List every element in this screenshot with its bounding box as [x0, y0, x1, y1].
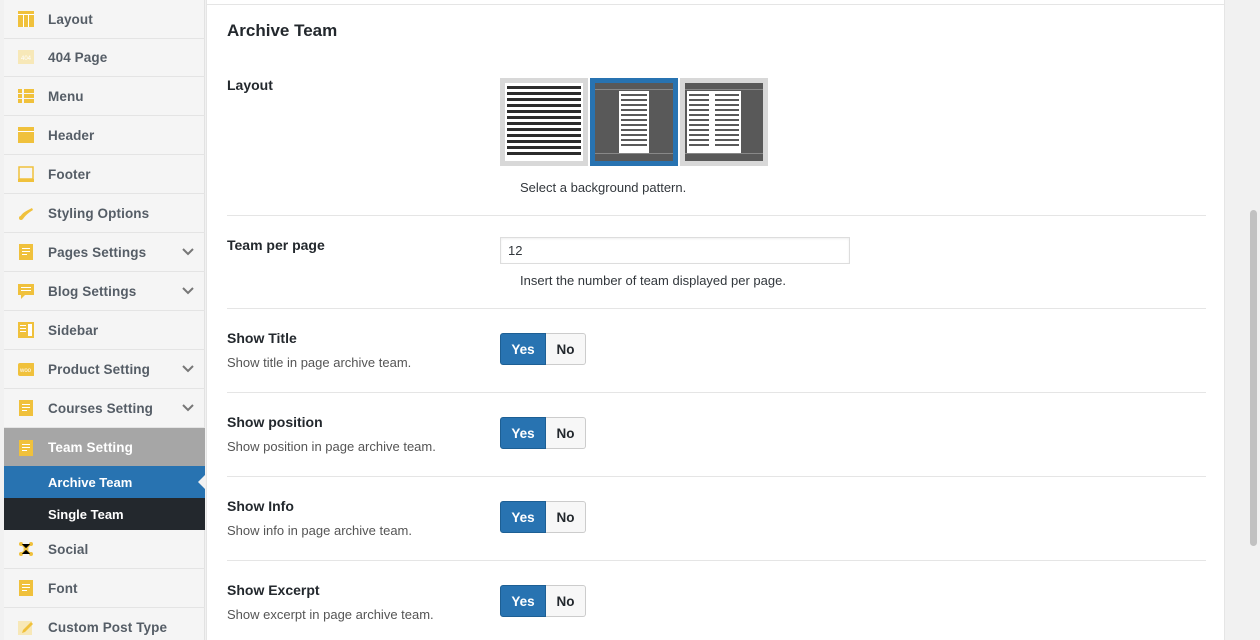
sidebar-item-courses-setting[interactable]: Courses Setting [4, 389, 205, 428]
show-excerpt-label: Show Excerpt [227, 582, 320, 598]
show-title-toggle: Yes No [500, 333, 586, 365]
show-info-toggle: Yes No [500, 501, 586, 533]
sidebar-subitem-label: Archive Team [48, 474, 133, 490]
show-excerpt-row: Show Excerpt Show excerpt in page archiv… [227, 561, 1206, 640]
show-title-yes-button[interactable]: Yes [500, 333, 546, 365]
full-width-layout-icon [505, 83, 583, 161]
show-title-no-button[interactable]: No [546, 333, 586, 365]
panel-title: Archive Team [227, 21, 338, 40]
page-scrollbar[interactable] [1248, 0, 1260, 640]
show-position-toggle: Yes No [500, 417, 586, 449]
show-info-desc: Show info in page archive team. [227, 523, 412, 538]
show-position-no-button[interactable]: No [546, 417, 586, 449]
show-info-no-button[interactable]: No [546, 501, 586, 533]
sidebar-item-styling-options[interactable]: Styling Options [4, 194, 205, 233]
panel-top-border [206, 4, 1225, 5]
sidebar-icon [18, 322, 34, 338]
sidebar-subitem-label: Single Team [48, 506, 124, 522]
sidebar-item-label: Courses Setting [48, 400, 154, 416]
sidebar-item-label: Styling Options [48, 205, 150, 221]
settings-panel: Archive Team Layout Select a background … [206, 0, 1225, 640]
sidebar-item-custom-post-type[interactable]: Custom Post Type [4, 608, 205, 640]
show-title-label: Show Title [227, 330, 297, 346]
layout-help: Select a background pattern. [520, 180, 687, 195]
team-icon [18, 439, 34, 456]
svg-text:404: 404 [21, 56, 32, 62]
sidebar-item-social[interactable]: Social [4, 530, 205, 569]
sidebar-item-label: Footer [48, 166, 91, 182]
sidebar-left-layout-icon [685, 83, 763, 161]
layout-options [500, 78, 770, 166]
sidebar-item-footer[interactable]: Footer [4, 155, 205, 194]
sidebar-item-label: Header [48, 127, 95, 143]
sidebar-item-label: 404 Page [48, 49, 108, 65]
social-icon [18, 541, 34, 557]
layout-option-full-width[interactable] [500, 78, 588, 166]
sidebar-item-label: Custom Post Type [48, 619, 168, 635]
settings-sidebar: Layout 404 404 Page Menu Header Footer S… [4, 0, 205, 640]
sidebar-item-label: Menu [48, 88, 84, 104]
show-position-row: Show position Show position in page arch… [227, 393, 1206, 477]
pages-icon [18, 244, 34, 260]
sidebar-item-label: Sidebar [48, 322, 99, 338]
team-per-page-label: Team per page [227, 237, 325, 253]
layout-icon [18, 11, 34, 27]
sidebar-item-label: Team Setting [48, 440, 133, 455]
chevron-down-icon [182, 287, 194, 295]
font-icon [18, 580, 34, 596]
woo-icon: woo [18, 361, 34, 377]
sidebar-item-label: Layout [48, 11, 93, 27]
sidebar-subitem-single-team[interactable]: Single Team [4, 498, 205, 530]
team-per-page-input[interactable] [500, 237, 850, 264]
show-info-row: Show Info Show info in page archive team… [227, 477, 1206, 561]
pencil-icon [18, 619, 34, 635]
courses-icon [18, 400, 34, 416]
sidebar-item-label: Social [48, 541, 89, 557]
show-excerpt-no-button[interactable]: No [546, 585, 586, 617]
blog-icon [18, 283, 34, 299]
scrollbar-thumb[interactable] [1250, 210, 1257, 546]
sidebar-item-pages-settings[interactable]: Pages Settings [4, 233, 205, 272]
header-icon [18, 127, 34, 143]
sidebar-subitem-archive-team[interactable]: Archive Team [4, 466, 205, 498]
layout-option-sidebar-both[interactable] [590, 78, 678, 166]
sidebar-item-sidebar[interactable]: Sidebar [4, 311, 205, 350]
show-title-row: Show Title Show title in page archive te… [227, 309, 1206, 393]
sidebar-item-team-setting[interactable]: Team Setting [4, 428, 205, 467]
show-info-label: Show Info [227, 498, 294, 514]
sidebar-item-404-page[interactable]: 404 404 Page [4, 38, 205, 77]
team-per-page-help: Insert the number of team displayed per … [520, 273, 786, 288]
footer-icon [18, 166, 34, 182]
current-indicator [198, 475, 205, 489]
sidebar-item-font[interactable]: Font [4, 569, 205, 608]
sidebar-item-label: Product Setting [48, 361, 150, 377]
chevron-down-icon [182, 365, 194, 373]
404-icon: 404 [18, 49, 34, 65]
show-excerpt-desc: Show excerpt in page archive team. [227, 607, 434, 622]
sidebar-item-blog-settings[interactable]: Blog Settings [4, 272, 205, 311]
sidebar-item-label: Pages Settings [48, 244, 147, 260]
sidebar-item-menu[interactable]: Menu [4, 77, 205, 116]
show-title-desc: Show title in page archive team. [227, 355, 412, 370]
layout-label: Layout [227, 77, 273, 93]
chevron-down-icon [182, 404, 194, 412]
sidebar-item-label: Font [48, 580, 78, 596]
show-position-label: Show position [227, 414, 323, 430]
show-position-yes-button[interactable]: Yes [500, 417, 546, 449]
brush-icon [18, 205, 34, 221]
show-excerpt-yes-button[interactable]: Yes [500, 585, 546, 617]
menu-list-icon [18, 88, 34, 104]
show-position-desc: Show position in page archive team. [227, 439, 436, 454]
sidebar-item-label: Blog Settings [48, 283, 137, 299]
show-excerpt-toggle: Yes No [500, 585, 586, 617]
chevron-down-icon [182, 248, 194, 256]
show-info-yes-button[interactable]: Yes [500, 501, 546, 533]
sidebar-item-product-setting[interactable]: woo Product Setting [4, 350, 205, 389]
layout-option-sidebar-left[interactable] [680, 78, 768, 166]
svg-text:woo: woo [19, 368, 32, 374]
sidebar-both-layout-icon [595, 83, 673, 161]
sidebar-item-layout[interactable]: Layout [4, 0, 205, 39]
sidebar-item-header[interactable]: Header [4, 116, 205, 155]
